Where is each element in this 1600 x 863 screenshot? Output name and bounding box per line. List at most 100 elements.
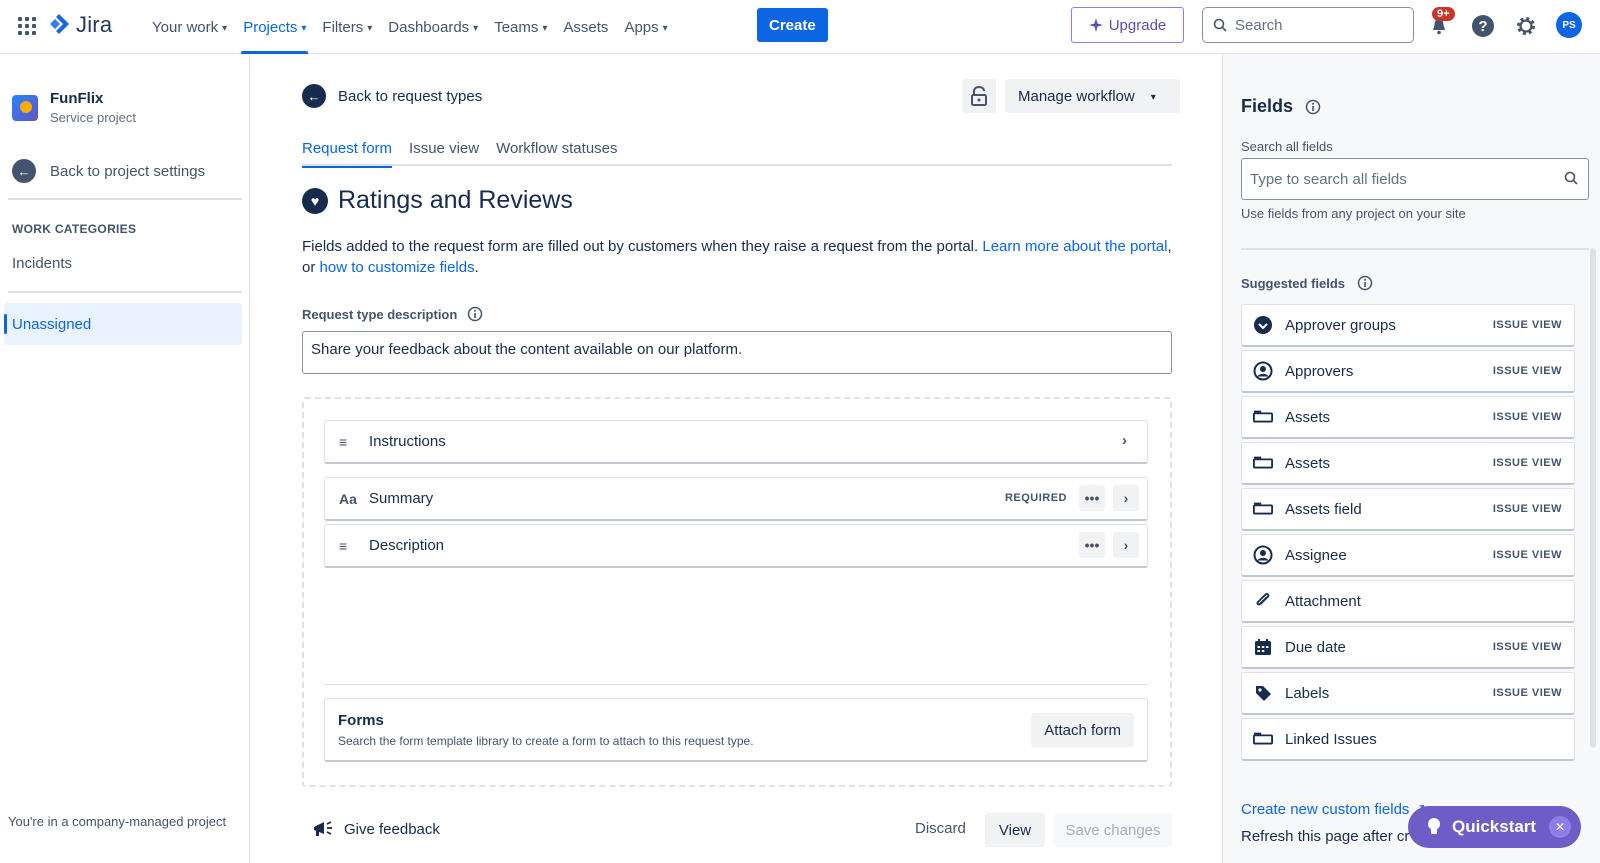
close-icon[interactable]: ✕ [1549,816,1571,838]
global-search-input[interactable]: Search [1202,7,1414,43]
suggested-field-assets[interactable]: Assets ISSUE VIEW [1241,396,1575,439]
issue-view-lozenge: ISSUE VIEW [1492,549,1562,561]
chevron-down-icon: ▾ [1150,91,1156,103]
lock-button[interactable] [962,79,996,113]
chevron-down-icon: ▾ [222,22,228,34]
sidebar-item-incidents[interactable]: Incidents [12,255,72,272]
project-header[interactable]: FunFlix Service project [12,90,136,125]
back-to-request-types-link[interactable]: ← Back to request types [302,84,482,108]
info-icon[interactable] [467,306,483,322]
nav-projects[interactable]: Projects ▾ [235,0,314,54]
heart-icon[interactable]: ♥ [302,187,328,214]
fields-title-text: Fields [1241,96,1294,116]
nav-label: Apps [624,18,659,36]
sidebar-item-label: Unassigned [12,315,92,333]
create-button[interactable]: Create [757,8,828,42]
nav-dashboards[interactable]: Dashboards ▾ [380,0,486,54]
suggested-field-approver-groups[interactable]: Approver groups ISSUE VIEW [1241,304,1575,347]
tab-workflow-statuses[interactable]: Workflow statuses [496,140,617,166]
search-help-text: Use fields from any project on your site [1241,206,1466,221]
field-label: Assignee [1285,546,1347,564]
suggested-fields-list: Approver groups ISSUE VIEW Approvers ISS… [1241,304,1575,826]
fields-panel-title: Fields [1241,96,1321,117]
chevron-right-icon[interactable]: › [1113,485,1139,511]
request-type-header: ♥ Ratings and Reviews [302,186,573,215]
description-label-text: Request type description [302,306,458,322]
issue-view-lozenge: ISSUE VIEW [1492,319,1562,331]
suggested-field-assets-2[interactable]: Assets ISSUE VIEW [1241,442,1575,485]
create-custom-label: Create new custom fields [1241,801,1410,818]
discard-button[interactable]: Discard [915,820,966,837]
attach-form-button[interactable]: Attach form [1031,713,1134,747]
upgrade-button[interactable]: Upgrade [1071,7,1184,43]
company-managed-note: You're in a company-managed project [8,814,227,829]
issue-view-lozenge: ISSUE VIEW [1492,503,1562,515]
suggested-field-assignee[interactable]: Assignee ISSUE VIEW [1241,534,1575,577]
tab-issue-view[interactable]: Issue view [409,140,479,166]
search-placeholder: Search [1235,16,1283,34]
fields-panel: Fields Search all fields Type to search … [1222,54,1600,863]
quickstart-button[interactable]: Quickstart ✕ [1408,806,1581,848]
form-field-instructions[interactable]: ≡ Instructions › [324,420,1148,464]
info-icon[interactable] [1305,99,1321,115]
divider [8,198,242,200]
suggested-field-labels[interactable]: Labels ISSUE VIEW [1241,672,1575,715]
help-button[interactable]: ? [1470,13,1496,39]
search-icon [1564,171,1578,185]
info-icon[interactable] [1357,275,1373,291]
more-actions-icon[interactable]: ••• [1079,532,1105,558]
forms-description: Search the form template library to crea… [338,734,754,748]
fields-scrollbar[interactable] [1590,248,1596,748]
suggested-field-linked-issues[interactable]: Linked Issues [1241,718,1575,761]
field-label: Approvers [1285,362,1354,380]
customize-fields-link[interactable]: how to customize fields [320,259,475,276]
settings-button[interactable] [1513,13,1539,39]
chevron-right-icon[interactable]: › [1122,432,1127,449]
back-to-project-settings-link[interactable]: ← Back to project settings [12,159,205,183]
form-field-description[interactable]: ≡ Description ••• › [324,524,1148,568]
tab-request-form[interactable]: Request form [302,140,393,168]
request-type-tabs: Request form Issue view Workflow statuse… [302,140,1172,168]
suggested-field-attachment[interactable]: Attachment [1241,580,1575,623]
nav-assets[interactable]: Assets [555,0,616,54]
form-field-summary[interactable]: Aa Summary REQUIRED ••• › [324,477,1148,521]
field-label: Assets [1285,454,1331,472]
nav-teams[interactable]: Teams ▾ [486,0,555,54]
field-label: Instructions [369,433,446,450]
forms-section: Forms Search the form template library t… [324,698,1148,762]
required-lozenge: REQUIRED [1004,492,1067,504]
suggested-field-approvers[interactable]: Approvers ISSUE VIEW [1241,350,1575,393]
nav-filters[interactable]: Filters ▾ [314,0,380,54]
jira-logo[interactable]: Jira [48,12,112,38]
nav-apps[interactable]: Apps ▾ [616,0,675,54]
jira-logo-icon [50,14,69,34]
sidebar-item-unassigned[interactable]: Unassigned [4,303,242,345]
field-label: Attachment [1285,592,1361,610]
request-type-description-input[interactable]: Share your feedback about the content av… [302,331,1172,374]
chevron-down-icon: ▾ [367,22,373,34]
gear-icon [1517,17,1535,35]
suggested-field-due-date[interactable]: Due date ISSUE VIEW [1241,626,1575,669]
suggested-field-assets-field[interactable]: Assets field ISSUE VIEW [1241,488,1575,531]
feedback-label: Give feedback [344,820,440,838]
give-feedback-button[interactable]: Give feedback [312,819,440,839]
create-custom-fields-link[interactable]: Create new custom fields ↗ [1241,800,1426,818]
field-label: Linked Issues [1285,730,1377,748]
description-label: Request type description [302,306,483,322]
nav-label: Projects [243,18,298,36]
chevron-right-icon[interactable]: › [1113,532,1139,558]
search-icon [1213,18,1227,32]
nav-your-work[interactable]: Your work ▾ [144,0,235,54]
field-label: Labels [1285,684,1330,702]
view-button[interactable]: View [985,813,1045,847]
learn-more-link[interactable]: Learn more about the portal [982,238,1167,255]
manage-workflow-button[interactable]: Manage workflow ▾ [1005,79,1180,113]
save-changes-button[interactable]: Save changes [1054,813,1172,847]
app-switcher-icon[interactable] [18,17,36,35]
search-fields-input[interactable]: Type to search all fields [1241,158,1589,200]
divider [8,291,242,293]
field-actions: REQUIRED ••• › [1005,485,1139,511]
work-categories-heading: WORK CATEGORIES [12,222,137,236]
more-actions-icon[interactable]: ••• [1079,485,1105,511]
user-avatar[interactable]: PS [1556,12,1582,38]
